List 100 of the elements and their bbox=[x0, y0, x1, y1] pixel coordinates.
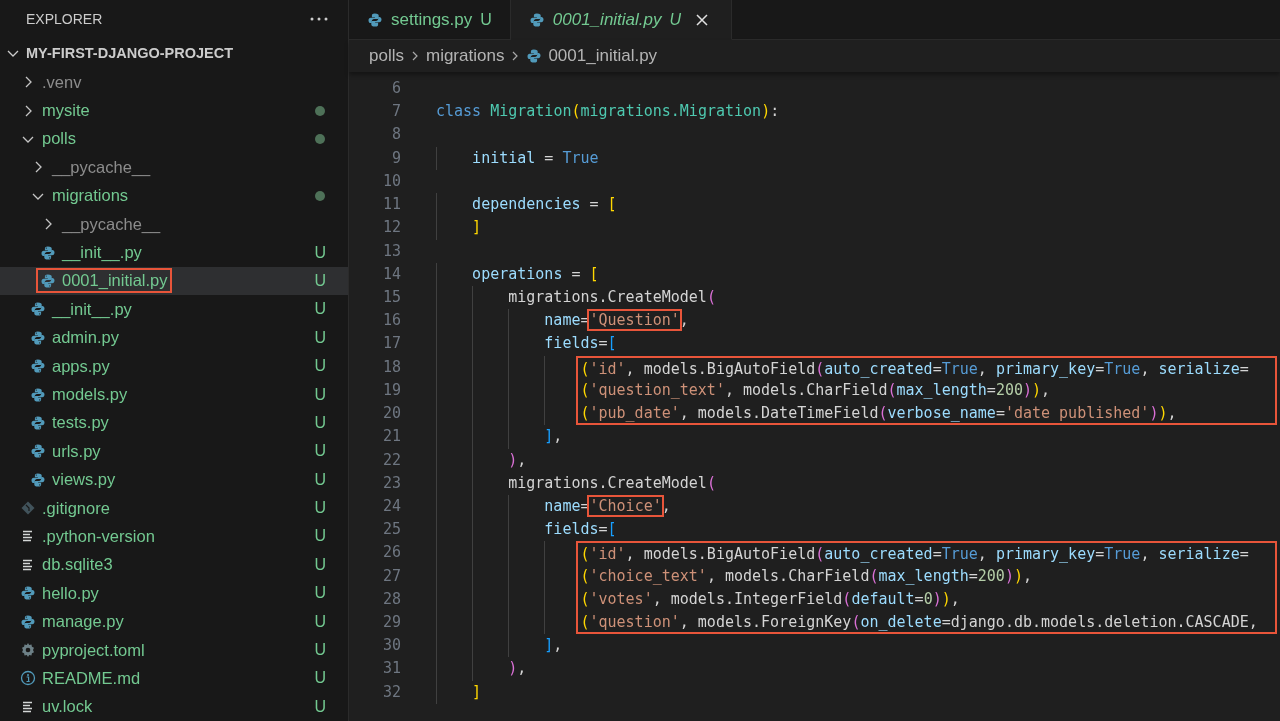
tree-item[interactable]: migrations bbox=[0, 181, 348, 210]
gear-icon bbox=[20, 642, 36, 658]
python-icon bbox=[30, 329, 46, 346]
code-line: ), bbox=[508, 658, 527, 680]
line-number: 6 bbox=[390, 78, 401, 99]
git-status: U bbox=[314, 385, 326, 404]
tree-item[interactable]: 0001_initial.py U bbox=[0, 266, 348, 296]
git-status: U bbox=[314, 243, 326, 262]
git-status: U bbox=[314, 442, 326, 461]
line-number: 23 bbox=[381, 472, 401, 494]
git-status: U bbox=[314, 499, 326, 518]
python-icon bbox=[30, 414, 46, 431]
code-line: ('question_text', models.CharField(max_length=200)), bbox=[576, 378, 1277, 403]
tree-item[interactable]: manage.py U bbox=[0, 607, 348, 636]
git-status: U bbox=[314, 697, 326, 716]
tree-item[interactable]: README.md U bbox=[0, 664, 348, 693]
tree-item[interactable]: db.sqlite3 U bbox=[0, 550, 348, 580]
tree-item[interactable]: .python-version U bbox=[0, 522, 348, 551]
file-name: models.py bbox=[52, 385, 128, 404]
line-number: 19 bbox=[381, 379, 401, 401]
line-number: 25 bbox=[381, 519, 401, 541]
tree-item[interactable]: models.py U bbox=[0, 380, 348, 409]
line-number: 16 bbox=[381, 310, 401, 332]
tab-label: 0001_initial.py bbox=[552, 9, 662, 30]
tree-item[interactable]: pyproject.toml U bbox=[0, 635, 348, 665]
line-number: 21 bbox=[381, 426, 401, 448]
tree-item[interactable]: polls bbox=[0, 124, 348, 154]
python-icon bbox=[30, 443, 46, 460]
python-icon bbox=[30, 471, 46, 488]
python-icon bbox=[30, 358, 46, 375]
tree-item[interactable]: hello.py U bbox=[0, 579, 348, 608]
file-name: .python-version bbox=[42, 526, 155, 546]
file-name: apps.py bbox=[52, 356, 110, 376]
file-name: migrations bbox=[52, 186, 129, 206]
file-name: __init__.py bbox=[52, 299, 132, 319]
diamond-icon bbox=[20, 500, 36, 517]
tree-item[interactable]: urls.py U bbox=[0, 437, 348, 466]
line-number: 29 bbox=[381, 612, 401, 634]
line-number: 28 bbox=[381, 588, 401, 610]
tree-item[interactable]: __init__.py U bbox=[0, 238, 348, 267]
file-name: hello.py bbox=[42, 583, 99, 603]
code-line: dependencies = [ bbox=[472, 194, 617, 216]
git-status: U bbox=[314, 555, 326, 574]
git-status: U bbox=[314, 641, 326, 659]
tree-item[interactable]: .venv bbox=[0, 68, 348, 97]
breadcrumb-item[interactable]: migrations bbox=[425, 46, 505, 66]
breadcrumb-item[interactable]: 0001_initial.py bbox=[548, 46, 658, 66]
git-status: U bbox=[314, 413, 326, 432]
file-name: admin.py bbox=[52, 328, 119, 348]
code-line: ('pub_date', models.DateTimeField(verbose_name='date published')), bbox=[576, 402, 1277, 426]
tree-item[interactable]: __pycache__ bbox=[0, 209, 348, 239]
git-status: U bbox=[314, 470, 326, 489]
line-number: 11 bbox=[381, 194, 401, 216]
file-name: .venv bbox=[42, 72, 82, 92]
code-line: migrations.CreateModel( bbox=[508, 286, 716, 308]
editor-tab[interactable]: settings.py U bbox=[349, 0, 511, 40]
git-status: U bbox=[314, 271, 326, 290]
code-line: ], bbox=[544, 635, 563, 657]
code-line: ] bbox=[472, 681, 482, 703]
line-number: 13 bbox=[381, 240, 401, 262]
file-name: __init__.py bbox=[62, 243, 142, 263]
breadcrumb-item[interactable]: polls bbox=[369, 46, 404, 66]
line-number: 18 bbox=[381, 356, 401, 378]
line-number: 26 bbox=[381, 542, 401, 564]
python-icon bbox=[20, 585, 36, 602]
explorer-title: EXPLORER bbox=[26, 10, 104, 27]
code-line: ] bbox=[472, 217, 482, 239]
tree-item[interactable]: __pycache__ bbox=[0, 153, 348, 182]
tree-item[interactable]: admin.py U bbox=[0, 323, 348, 352]
code-line: ('choice_text', models.CharField(max_length=200)), bbox=[576, 564, 1277, 588]
line-number: 10 bbox=[381, 170, 401, 192]
file-name: README.md bbox=[42, 668, 141, 688]
editor-tab[interactable]: 0001_initial.py U bbox=[510, 0, 733, 40]
project-name[interactable]: MY-FIRST-DJANGO-PROJECT bbox=[26, 44, 234, 61]
file-name: urls.py bbox=[52, 441, 101, 461]
python-icon bbox=[30, 386, 46, 403]
tab-label: settings.py bbox=[391, 9, 473, 30]
tree-item[interactable]: __init__.py U bbox=[0, 295, 348, 324]
code-line: ], bbox=[544, 426, 563, 448]
close-icon[interactable] bbox=[695, 12, 710, 27]
file-name: __pycache__ bbox=[62, 214, 161, 234]
tree-item[interactable]: uv.lock U bbox=[0, 692, 348, 721]
tree-item[interactable]: mysite bbox=[0, 96, 348, 125]
tree-item[interactable]: views.py U bbox=[0, 465, 348, 494]
code-line: operations = [ bbox=[472, 263, 599, 285]
line-number: 24 bbox=[381, 495, 401, 517]
tree-item[interactable]: tests.py U bbox=[0, 408, 348, 438]
line-number: 9 bbox=[390, 147, 401, 169]
git-status: U bbox=[314, 584, 326, 603]
file-name: db.sqlite3 bbox=[42, 555, 113, 575]
file-name: manage.py bbox=[42, 612, 124, 632]
tree-item[interactable]: .gitignore U bbox=[0, 493, 348, 523]
git-status: U bbox=[314, 612, 326, 631]
tree-item[interactable]: apps.py U bbox=[0, 351, 348, 381]
line-number: 8 bbox=[390, 124, 401, 146]
code-line: initial = True bbox=[472, 147, 599, 169]
more-actions-icon[interactable] bbox=[310, 16, 328, 21]
code-line: fields=[ bbox=[544, 333, 617, 355]
file-name: views.py bbox=[52, 470, 116, 490]
python-icon bbox=[526, 48, 543, 64]
